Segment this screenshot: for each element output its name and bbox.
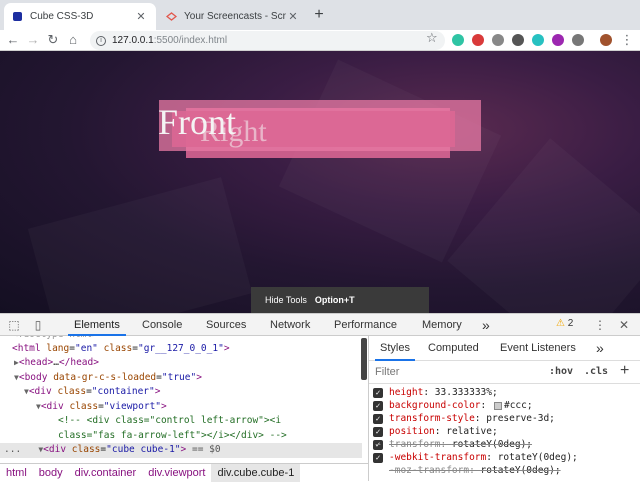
tab-title: Your Screencasts - Screencast — [184, 11, 286, 22]
checkbox[interactable]: ✓ — [373, 426, 383, 437]
checkbox[interactable]: ✓ — [373, 387, 383, 398]
extension-icon[interactable] — [452, 34, 464, 46]
checkbox[interactable]: ✓ — [373, 439, 383, 450]
back-arrow-icon[interactable]: ← — [4, 31, 22, 49]
extension-icon[interactable] — [572, 34, 584, 46]
tab-screencasts[interactable]: Your Screencasts - Screencast ✕ — [158, 3, 308, 30]
screencast-favicon-icon — [166, 12, 177, 21]
breadcrumb: html body div.container div.viewport div… — [0, 463, 368, 482]
css-property[interactable]: ✓ -webkit-transform: rotateY(0deg); — [373, 451, 578, 464]
breadcrumb-item[interactable]: div.viewport — [142, 464, 211, 482]
close-devtools-icon[interactable]: ✕ — [616, 317, 632, 333]
class-toggle-button[interactable]: .cls — [584, 366, 608, 377]
styles-pane: Styles Computed Event Listeners » Filter… — [368, 336, 640, 481]
close-tab-icon[interactable]: ✕ — [134, 10, 148, 23]
tab-styles[interactable]: Styles — [375, 336, 415, 361]
color-swatch[interactable] — [493, 401, 502, 410]
home-icon[interactable]: ⌂ — [64, 31, 82, 49]
warnings-counter[interactable]: ⚠ 2 — [556, 318, 573, 329]
extension-icon[interactable] — [512, 34, 524, 46]
css-property[interactable]: ✓ transform-style: preserve-3d; — [373, 412, 555, 425]
bookmark-star-icon[interactable]: ☆ — [426, 30, 438, 46]
tab-sources[interactable]: Sources — [200, 314, 252, 336]
dom-line-comment[interactable]: class="fas fa-arrow-left"></i></div> --> — [0, 429, 362, 444]
info-icon[interactable]: i — [96, 35, 106, 46]
inspect-element-icon[interactable]: ⬚ — [6, 317, 22, 333]
filter-input[interactable]: Filter — [375, 366, 399, 378]
tab-cube-css-3d[interactable]: Cube CSS-3D ✕ — [4, 3, 156, 30]
new-rule-icon[interactable]: + — [620, 362, 629, 380]
devtools-menu-icon[interactable]: ⋮ — [592, 317, 608, 333]
tab-event-listeners[interactable]: Event Listeners — [495, 336, 581, 361]
dom-line-container[interactable]: ▼<div class="container"> — [0, 385, 362, 400]
extension-icon[interactable] — [472, 34, 484, 46]
tab-performance[interactable]: Performance — [328, 314, 403, 336]
more-tabs-button[interactable]: » — [591, 336, 609, 361]
css-property[interactable]: ✓ position: relative; — [373, 425, 498, 438]
new-tab-button[interactable]: + — [310, 6, 328, 24]
styles-tab-bar: Styles Computed Event Listeners » — [369, 336, 640, 361]
extension-icon[interactable] — [492, 34, 504, 46]
url-host: 127.0.0.1 — [112, 35, 154, 46]
close-tab-icon[interactable]: ✕ — [286, 10, 300, 23]
hide-tools-label: Hide Tools — [265, 295, 307, 305]
dom-line-comment[interactable]: <!-- <div class="control left-arrow"><i — [0, 414, 362, 429]
tab-computed[interactable]: Computed — [423, 336, 484, 361]
checkbox[interactable]: ✓ — [373, 400, 383, 411]
warnings-count: 2 — [567, 318, 574, 329]
page-viewport: Right Front Hide Tools Option+T — [0, 51, 640, 313]
tab-title: Cube CSS-3D — [30, 11, 94, 22]
hide-tools-tooltip: Hide Tools Option+T — [251, 287, 429, 313]
dom-line-viewport[interactable]: ▼<div class="viewport"> — [0, 400, 362, 415]
css-property-overridden[interactable]: -moz-transform: rotateY(0deg); — [389, 464, 561, 477]
hover-state-button[interactable]: :hov — [549, 366, 573, 377]
extension-icon[interactable] — [552, 34, 564, 46]
url-path: :5500/index.html — [153, 35, 228, 46]
elements-tree[interactable]: <!doctype html> <html lang="en" class="g… — [0, 336, 368, 463]
devtools-panel: ⬚ ▯ Elements Console Sources Network Per… — [0, 313, 640, 482]
hide-tools-shortcut: Option+T — [314, 295, 355, 305]
breadcrumb-item[interactable]: html — [0, 464, 33, 482]
css-property-overridden[interactable]: ✓ transform: rotateY(0deg); — [373, 438, 532, 451]
reload-icon[interactable]: ↻ — [44, 31, 62, 49]
device-toolbar-icon[interactable]: ▯ — [30, 317, 46, 333]
css-property[interactable]: ✓ height: 33.333333%; — [373, 386, 498, 399]
breadcrumb-item[interactable]: div.container — [69, 464, 143, 482]
elements-scrollbar[interactable] — [361, 338, 367, 380]
dom-line-cube-selected[interactable]: ... ▼<div class="cube cube-1"> == $0 — [0, 443, 362, 458]
browser-toolbar: ← → ↻ ⌂ i 127.0.0.1:5500/index.html ☆ ⋮ — [0, 30, 640, 51]
breadcrumb-item-active[interactable]: div.cube.cube-1 — [211, 463, 301, 482]
address-bar[interactable]: i 127.0.0.1:5500/index.html — [90, 31, 445, 50]
tab-network[interactable]: Network — [264, 314, 316, 336]
forward-arrow-icon[interactable]: → — [24, 31, 42, 49]
menu-kebab-icon[interactable]: ⋮ — [618, 31, 636, 49]
tab-memory[interactable]: Memory — [416, 314, 468, 336]
background-polygon — [28, 177, 252, 313]
dom-line-html[interactable]: <html lang="en" class="gr__127_0_0_1"> — [0, 342, 362, 357]
tab-console[interactable]: Console — [136, 314, 188, 336]
extension-icon[interactable] — [532, 34, 544, 46]
background-polygon — [279, 60, 501, 263]
devtools-tab-bar: ⬚ ▯ Elements Console Sources Network Per… — [0, 314, 640, 336]
profile-avatar[interactable] — [600, 34, 612, 46]
tab-elements[interactable]: Elements — [68, 314, 126, 336]
checkbox[interactable]: ✓ — [373, 413, 383, 424]
dom-line-body[interactable]: ▼<body data-gr-c-s-loaded="true"> — [0, 371, 362, 386]
styles-filter-bar: Filter :hov .cls + — [369, 362, 640, 384]
breadcrumb-item[interactable]: body — [33, 464, 69, 482]
warning-icon: ⚠ — [556, 318, 565, 329]
more-tabs-button[interactable]: » — [476, 314, 496, 336]
cube-favicon-icon — [13, 12, 22, 21]
dom-line-head[interactable]: ▶<head>…</head> — [0, 356, 362, 371]
checkbox[interactable]: ✓ — [373, 452, 383, 463]
css-property[interactable]: ✓ background-color: #ccc; — [373, 399, 533, 412]
face-label-front: Front — [158, 102, 237, 142]
browser-tab-strip: Cube CSS-3D ✕ Your Screencasts - Screenc… — [0, 0, 640, 30]
